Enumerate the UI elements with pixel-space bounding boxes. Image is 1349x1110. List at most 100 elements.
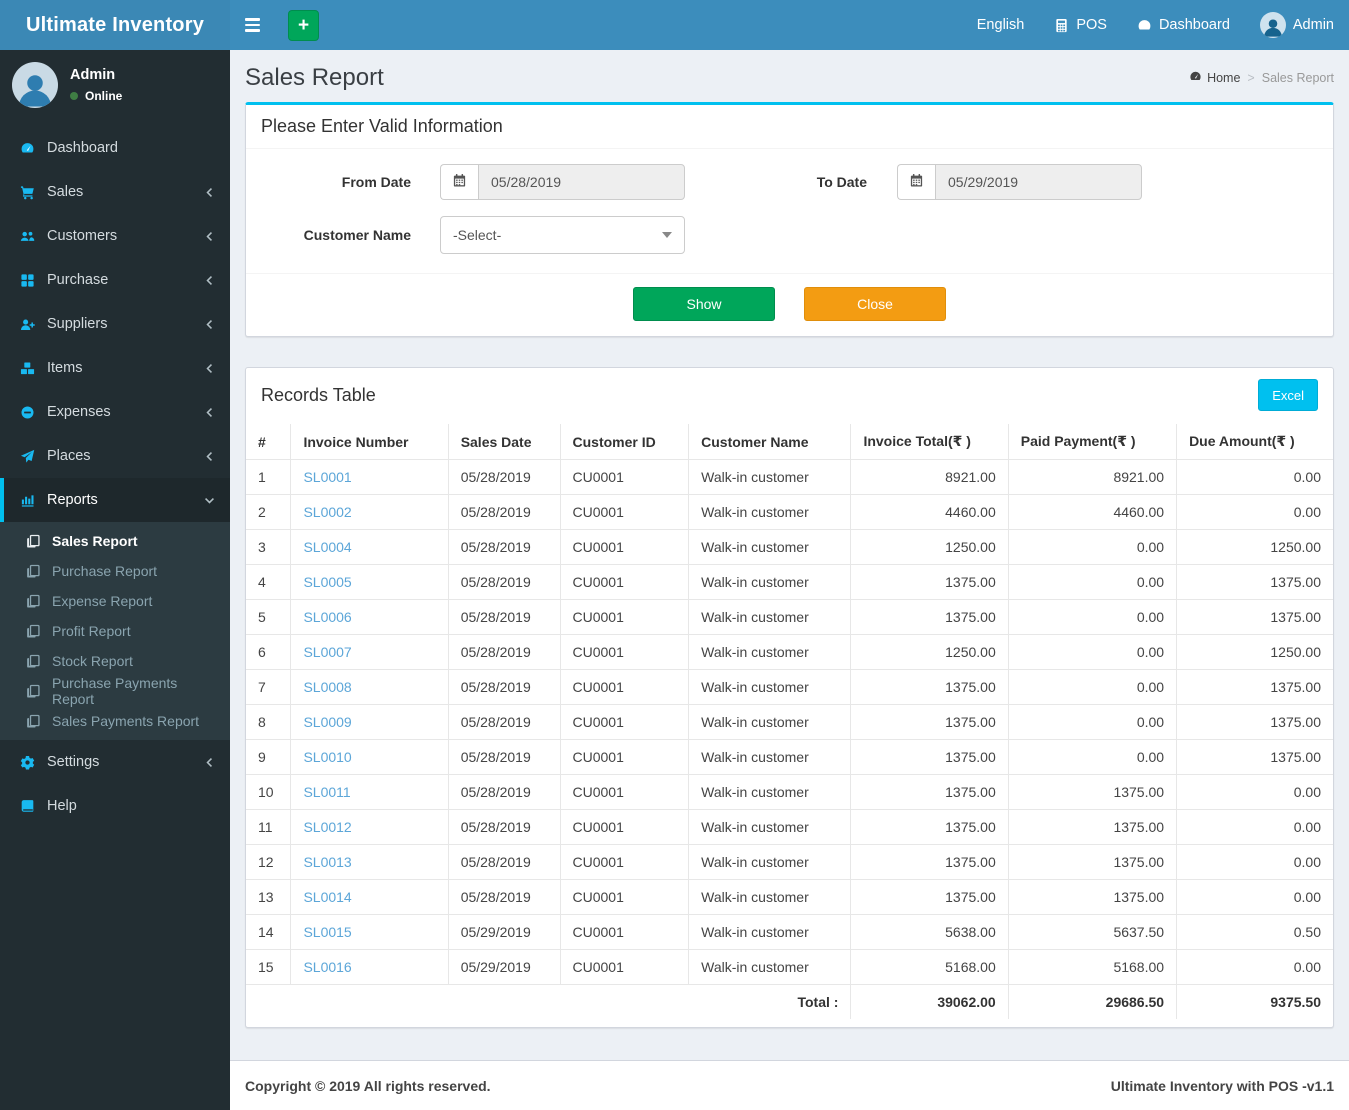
- table-row: 2 SL0002 05/28/2019 CU0001 Walk-in customer 4…: [246, 494, 1333, 530]
- invoice-link[interactable]: SL0012: [303, 819, 351, 835]
- sidebar-user-panel: Admin Online: [0, 50, 230, 122]
- chevron-left-icon: [204, 757, 215, 768]
- sidebar-item-dashboard[interactable]: Dashboard: [0, 126, 230, 170]
- sidebar-item-sales[interactable]: Sales: [0, 170, 230, 214]
- column-header: Invoice Total(₹ ): [850, 424, 1009, 460]
- table-row: 8 SL0009 05/28/2019 CU0001 Walk-in customer 1…: [246, 704, 1333, 740]
- hamburger-icon: [244, 18, 260, 32]
- sidebar-menu: Dashboard Sales Customers Purchase Suppliers…: [0, 126, 230, 828]
- sidebar-item-suppliers[interactable]: Suppliers: [0, 302, 230, 346]
- sidebar-item-reports[interactable]: Reports: [0, 478, 230, 522]
- user-plus-icon: [17, 317, 37, 332]
- copy-icon: [24, 654, 42, 669]
- chevron-down-icon: [204, 495, 215, 506]
- total-label: Total :: [246, 984, 852, 1019]
- invoice-link[interactable]: SL0013: [303, 854, 351, 870]
- column-header: Invoice Number: [290, 424, 449, 460]
- calendar-icon: [452, 173, 467, 191]
- invoice-link[interactable]: SL0004: [303, 539, 351, 555]
- sidebar-item-expenses[interactable]: Expenses: [0, 390, 230, 434]
- gears-icon: [17, 755, 37, 770]
- sidebar-subitem-stock-report[interactable]: Stock Report: [0, 646, 230, 676]
- calendar-icon: [909, 173, 924, 191]
- chevron-left-icon: [204, 451, 215, 462]
- from-date-calendar-addon[interactable]: [440, 164, 478, 200]
- invoice-link[interactable]: SL0005: [303, 574, 351, 590]
- from-date-input[interactable]: [478, 164, 685, 200]
- total-value: 39062.00: [850, 984, 1009, 1019]
- gauge-icon: [1137, 18, 1152, 33]
- invoice-link[interactable]: SL0008: [303, 679, 351, 695]
- to-date-calendar-addon[interactable]: [897, 164, 935, 200]
- to-date-input[interactable]: [935, 164, 1142, 200]
- breadcrumb-home-link[interactable]: Home: [1189, 70, 1240, 86]
- table-row: 1 SL0001 05/28/2019 CU0001 Walk-in customer 8…: [246, 459, 1333, 495]
- sidebar-item-purchase[interactable]: Purchase: [0, 258, 230, 302]
- sidebar-item-items[interactable]: Items: [0, 346, 230, 390]
- column-header: Sales Date: [447, 424, 561, 460]
- invoice-link[interactable]: SL0011: [303, 784, 350, 800]
- navbar-link-dashboard[interactable]: Dashboard: [1122, 0, 1245, 50]
- copy-icon: [24, 594, 42, 609]
- chevron-left-icon: [204, 407, 215, 418]
- table-row: 11 SL0012 05/28/2019 CU0001 Walk-in customer…: [246, 809, 1333, 845]
- plus-icon: +: [297, 14, 310, 36]
- sidebar-subitem-sales-report[interactable]: Sales Report: [0, 526, 230, 556]
- invoice-link[interactable]: SL0015: [303, 924, 351, 940]
- navbar-link-pos[interactable]: POS: [1039, 0, 1122, 50]
- cart-icon: [17, 185, 37, 200]
- sidebar-item-settings[interactable]: Settings: [0, 740, 230, 784]
- invoice-link[interactable]: SL0014: [303, 889, 351, 905]
- records-total-row: Total :39062.00 29686.50 9375.50: [246, 984, 1333, 1019]
- content-wrapper: Sales Report Home > Sales Report Please …: [230, 50, 1349, 1060]
- calculator-icon: [1054, 18, 1069, 33]
- sidebar: Admin Online Dashboard Sales Customers Purc…: [0, 50, 230, 1110]
- navbar-links: English POS Dashboard Admin: [962, 0, 1349, 50]
- navbar-link-english[interactable]: English: [962, 0, 1040, 50]
- breadcrumb-separator: >: [1247, 71, 1255, 85]
- minus-circle-icon: [17, 405, 37, 420]
- sidebar-toggle-button[interactable]: [230, 0, 274, 50]
- sidebar-subitem-purchase-report[interactable]: Purchase Report: [0, 556, 230, 586]
- admin-avatar-icon: [1259, 12, 1286, 38]
- excel-export-button[interactable]: Excel: [1258, 379, 1318, 411]
- invoice-link[interactable]: SL0002: [303, 504, 351, 520]
- column-header: Customer ID: [559, 424, 690, 460]
- copy-icon: [24, 564, 42, 579]
- app-logo[interactable]: Ultimate Inventory: [0, 0, 230, 50]
- sidebar-item-help[interactable]: Help: [0, 784, 230, 828]
- customer-select[interactable]: -Select-: [440, 216, 685, 254]
- sidebar-item-customers[interactable]: Customers: [0, 214, 230, 258]
- user-avatar: [12, 62, 58, 108]
- close-button[interactable]: Close: [804, 287, 946, 321]
- show-button[interactable]: Show: [633, 287, 775, 321]
- invoice-link[interactable]: SL0001: [303, 469, 351, 485]
- customer-name-label: Customer Name: [303, 227, 411, 243]
- invoice-link[interactable]: SL0007: [303, 644, 351, 660]
- sidebar-subitem-profit-report[interactable]: Profit Report: [0, 616, 230, 646]
- total-value: 9375.50: [1176, 984, 1333, 1019]
- chevron-left-icon: [204, 187, 215, 198]
- column-header: Paid Payment(₹ ): [1007, 424, 1178, 460]
- table-row: 10 SL0011 05/28/2019 CU0001 Walk-in customer…: [246, 774, 1333, 810]
- invoice-link[interactable]: SL0006: [303, 609, 351, 625]
- sidebar-subitem-expense-report[interactable]: Expense Report: [0, 586, 230, 616]
- paper-plane-icon: [17, 449, 37, 464]
- sidebar-item-places[interactable]: Places: [0, 434, 230, 478]
- chevron-left-icon: [204, 319, 215, 330]
- invoice-link[interactable]: SL0010: [303, 749, 351, 765]
- breadcrumb: Home > Sales Report: [1189, 70, 1334, 86]
- sidebar-subitem-purchase-payments-report[interactable]: Purchase Payments Report: [0, 675, 230, 707]
- quick-add-button[interactable]: +: [288, 9, 319, 41]
- invoice-link[interactable]: SL0009: [303, 714, 351, 730]
- invoice-link[interactable]: SL0016: [303, 959, 351, 975]
- table-row: 4 SL0005 05/28/2019 CU0001 Walk-in customer 1…: [246, 564, 1333, 600]
- chevron-left-icon: [204, 275, 215, 286]
- table-row: 9 SL0010 05/28/2019 CU0001 Walk-in customer 1…: [246, 739, 1333, 775]
- copy-icon: [24, 714, 42, 729]
- sidebar-subitem-sales-payments-report[interactable]: Sales Payments Report: [0, 706, 230, 736]
- navbar-link-admin[interactable]: Admin: [1245, 0, 1349, 50]
- gauge-icon: [17, 141, 37, 156]
- home-gauge-icon: [1189, 70, 1202, 86]
- copy-icon: [24, 534, 42, 549]
